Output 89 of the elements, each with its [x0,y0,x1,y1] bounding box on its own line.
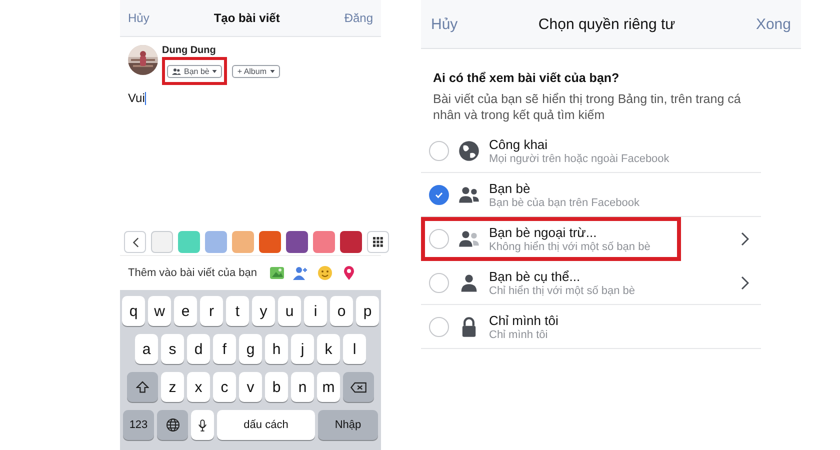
microphone-key[interactable] [191,410,214,440]
globe-icon [458,140,480,162]
keyboard-key[interactable]: c [213,372,236,402]
grid-icon [373,237,383,247]
keyboard-key[interactable]: r [200,296,223,326]
keyboard-key[interactable]: b [265,372,288,402]
shift-key[interactable] [127,372,158,402]
privacy-option[interactable]: Bạn bè cụ thể... Chỉ hiển thị với một số bạn bè [421,261,761,305]
option-subtitle: Không hiển thị với một số bạn bè [489,240,650,252]
option-subtitle: Chỉ hiển thị với một số bạn bè [489,284,636,296]
keyboard-key[interactable]: u [278,296,301,326]
keyboard-key[interactable]: q [122,296,145,326]
keyboard-key[interactable]: o [330,296,353,326]
option-subtitle: Bạn bè của bạn trên Facebook [489,196,640,208]
screen-title: Tạo bài viết [214,11,280,25]
background-swatch[interactable] [151,231,173,253]
caret-icon [212,70,218,73]
radio-button[interactable] [429,316,449,336]
background-swatch[interactable] [340,231,362,253]
microphone-icon [198,418,207,432]
keyboard-key[interactable]: h [265,334,288,364]
add-to-post-label: Thêm vào bài viết của bạn [128,267,258,279]
radio-button[interactable] [429,228,449,248]
option-subtitle: Mọi người trên hoặc ngoài Facebook [489,152,670,164]
question-heading: Ai có thể xem bài viết của bạn? [432,70,620,87]
post-text[interactable]: Vui [120,85,154,105]
done-button[interactable]: Xong [756,16,791,32]
post-button[interactable]: Đăng [344,11,373,25]
globe-key[interactable] [157,410,188,440]
background-swatch[interactable] [313,231,335,253]
keyboard-key[interactable]: m [317,372,340,402]
cancel-button[interactable]: Hủy [431,16,458,32]
keyboard-key[interactable]: i [304,296,327,326]
privacy-option[interactable]: Chỉ mình tôi Chỉ mình tôi [421,305,761,349]
background-swatch[interactable] [205,231,227,253]
keyboard-key[interactable]: g [239,334,262,364]
privacy-option[interactable]: Bạn bè ngoại trừ... Không hiển thị với một số bạn bè [421,217,681,261]
option-title: Bạn bè [489,180,530,196]
space-key[interactable]: dấu cách [217,410,315,440]
privacy-option[interactable]: Bạn bè Bạn bè của bạn trên Facebook [421,173,761,217]
smiley-icon[interactable] [317,265,334,281]
keyboard-key[interactable]: l [343,334,366,364]
description-text: Bài viết của bạn sẽ hiển thị trong Bảng tin, trên trang cá nhân và trong kết quả tìm kiếm [432,91,742,124]
option-subtitle: Chỉ mình tôi [489,328,548,340]
privacy-option[interactable]: Công khai Mọi người trên hoặc ngoài Facebook [421,129,761,173]
background-swatch[interactable] [232,231,254,253]
keyboard-key[interactable]: d [187,334,210,364]
background-swatch[interactable] [178,231,200,253]
keyboard-key[interactable]: y [252,296,275,326]
chevron-left-icon [132,236,138,248]
author-name: Dung Dung [162,45,217,56]
option-title: Bạn bè ngoại trừ... [489,224,597,240]
option-title: Bạn bè cụ thể... [489,268,580,284]
globe-icon [166,418,180,432]
keyboard-key[interactable]: f [213,334,236,364]
keyboard-key[interactable]: z [161,372,184,402]
keyboard-key[interactable]: n [291,372,314,402]
background-swatch[interactable] [286,231,308,253]
cancel-button[interactable]: Hủy [128,11,150,25]
tag-people-icon[interactable] [293,265,310,281]
keyboard-key[interactable]: x [187,372,210,402]
caret-icon [270,70,274,72]
backspace-key[interactable] [343,372,374,402]
album-button[interactable]: + Album [232,64,280,78]
return-key[interactable]: Nhập [318,410,378,440]
keyboard-key[interactable]: v [239,372,262,402]
keyboard-key[interactable]: k [317,334,340,364]
photo-icon[interactable] [269,265,286,281]
audience-button[interactable]: Bạn bè [167,65,222,78]
keyboard-key[interactable]: e [174,296,197,326]
shift-icon [136,380,149,394]
radio-button[interactable] [429,184,449,204]
backspace-icon [350,382,367,392]
screen-title: Chọn quyền riêng tư [538,16,676,32]
background-swatch[interactable] [259,231,281,253]
option-title: Công khai [489,136,548,152]
friends-icon [172,68,181,75]
radio-button[interactable] [429,140,449,160]
keyboard-key[interactable]: j [291,334,314,364]
numbers-key[interactable]: 123 [123,410,154,440]
keyboard-key[interactable]: p [356,296,379,326]
keyboard-key[interactable]: a [135,334,158,364]
keyboard-key[interactable]: s [161,334,184,364]
keyboard-key[interactable]: w [148,296,171,326]
radio-button[interactable] [429,272,449,292]
back-button[interactable] [124,231,146,253]
keyboard-key[interactable]: t [226,296,249,326]
more-button[interactable] [367,231,389,253]
option-title: Chỉ mình tôi [489,312,558,328]
